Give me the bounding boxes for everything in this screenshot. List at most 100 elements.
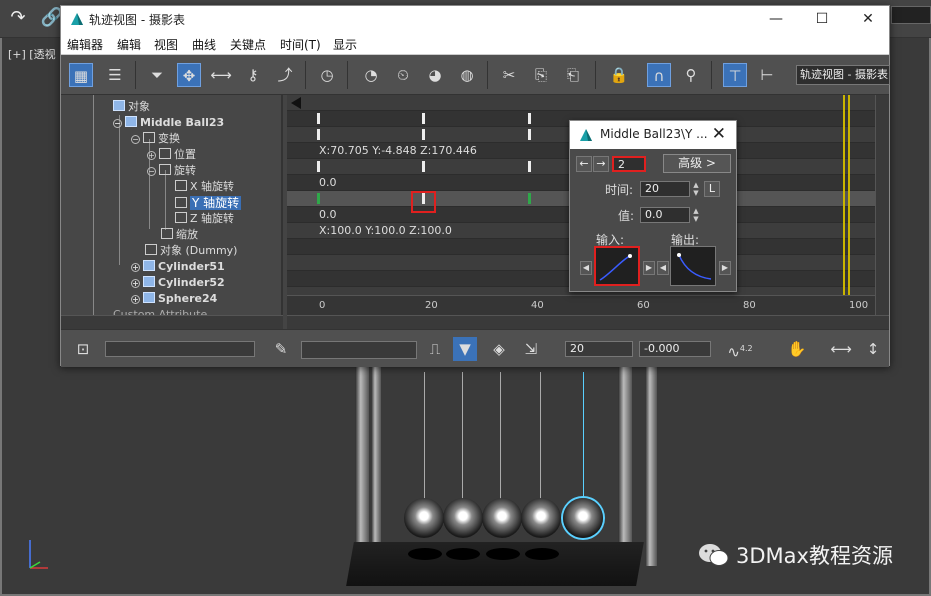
key[interactable] bbox=[422, 113, 425, 124]
tree-item[interactable]: + Cylinder51 bbox=[131, 259, 225, 275]
collapse-icon[interactable]: − bbox=[113, 119, 122, 128]
view-name-field[interactable]: 轨迹视图 - 摄影表 bbox=[796, 65, 890, 85]
value-field[interactable]: -0.000 bbox=[639, 341, 711, 357]
selected-ball[interactable] bbox=[563, 498, 603, 538]
key[interactable] bbox=[317, 129, 320, 140]
ball[interactable] bbox=[404, 498, 444, 538]
unlock-icon[interactable]: ⇲ bbox=[519, 337, 543, 361]
tree-item[interactable]: + Cylinder52 bbox=[131, 275, 225, 291]
copy-icon[interactable]: ⎘ bbox=[529, 63, 553, 87]
menu-time[interactable]: 时间(T) bbox=[280, 36, 321, 53]
modifier-tree-icon[interactable]: ⊢ bbox=[755, 63, 779, 87]
graph-horizontal-scrollbar[interactable] bbox=[287, 315, 889, 329]
key[interactable] bbox=[422, 129, 425, 140]
key[interactable] bbox=[317, 113, 320, 124]
fit-horizontal-icon[interactable]: ⟷ bbox=[829, 337, 853, 361]
cut-icon[interactable]: ✂ bbox=[497, 63, 521, 87]
out-tangent-next-icon[interactable]: ▶ bbox=[719, 261, 731, 275]
expand-icon[interactable]: + bbox=[131, 263, 140, 272]
tree-item[interactable]: + 位置 bbox=[147, 147, 196, 163]
tree-item[interactable]: 对象 bbox=[113, 99, 150, 115]
menu-view[interactable]: 视图 bbox=[154, 36, 178, 53]
key[interactable] bbox=[528, 129, 531, 140]
maximize-button[interactable]: ☐ bbox=[799, 6, 845, 33]
edit-keys-icon[interactable]: ▦ bbox=[69, 63, 93, 87]
curve-icon[interactable]: ∿4.2 bbox=[725, 337, 755, 361]
dialog-close-button[interactable]: ✕ bbox=[712, 124, 726, 144]
delete-time-icon[interactable]: ⏲ bbox=[391, 63, 415, 87]
ball[interactable] bbox=[521, 498, 561, 538]
value-field[interactable]: 0.0 bbox=[640, 207, 690, 223]
collapse-icon[interactable]: − bbox=[131, 135, 140, 144]
key[interactable] bbox=[317, 193, 320, 204]
close-button[interactable]: ✕ bbox=[845, 6, 891, 33]
menu-edit[interactable]: 编辑 bbox=[117, 36, 141, 53]
lock-time-button[interactable]: L bbox=[704, 181, 720, 197]
fit-vertical-icon[interactable]: ↕ bbox=[861, 337, 885, 361]
edit-ranges-icon[interactable]: ☰ bbox=[103, 63, 127, 87]
redo-icon[interactable]: ↷ bbox=[6, 7, 30, 29]
scale-values-icon[interactable]: ⤴ bbox=[273, 63, 297, 87]
paste-icon[interactable]: ⎗ bbox=[561, 63, 585, 87]
out-tangent-button[interactable] bbox=[670, 246, 716, 286]
expand-icon[interactable]: + bbox=[131, 279, 140, 288]
snap-frames-icon[interactable]: ∩ bbox=[647, 63, 671, 87]
out-tangent-prev-icon[interactable]: ◀ bbox=[657, 261, 669, 275]
scale-time-icon[interactable]: ◍ bbox=[455, 63, 479, 87]
menu-editor[interactable]: 编辑器 bbox=[67, 36, 103, 53]
tree-item[interactable]: − 变换 bbox=[131, 131, 180, 147]
move-keys-icon[interactable]: ✥ bbox=[177, 63, 201, 87]
key[interactable] bbox=[317, 161, 320, 172]
key[interactable] bbox=[528, 161, 531, 172]
insert-time-icon[interactable]: ◕ bbox=[423, 63, 447, 87]
minimize-button[interactable]: — bbox=[753, 6, 799, 33]
graph-icon[interactable]: ⎍ bbox=[423, 337, 447, 361]
prev-key-button[interactable]: ← bbox=[576, 156, 592, 172]
frame-field[interactable]: 20 bbox=[565, 341, 633, 357]
tree-item[interactable]: 对象 (Dummy) bbox=[145, 243, 237, 259]
value-spinner[interactable]: ▲ ▼ bbox=[691, 207, 701, 223]
lock-selection-icon[interactable]: 🔒 bbox=[607, 63, 631, 87]
select-time-icon[interactable]: ◔ bbox=[359, 63, 383, 87]
tree-item[interactable]: Custom Attribute bbox=[113, 307, 207, 315]
ball[interactable] bbox=[443, 498, 483, 538]
edit-selection-icon[interactable]: ◈ bbox=[487, 337, 511, 361]
filter-selected-icon[interactable]: ▼ bbox=[453, 337, 477, 361]
vertical-scrollbar[interactable] bbox=[875, 95, 889, 315]
selected-object-field[interactable] bbox=[105, 341, 255, 357]
main-toolbar-dropdown[interactable] bbox=[891, 6, 931, 24]
tree-item[interactable]: − 旋转 bbox=[147, 163, 196, 179]
in-tangent-prev-icon[interactable]: ◀ bbox=[580, 261, 592, 275]
zoom-selected-icon[interactable]: ⊡ bbox=[71, 337, 95, 361]
tree-item[interactable]: − Middle Ball23 bbox=[113, 115, 224, 131]
next-key-button[interactable]: → bbox=[593, 156, 609, 172]
time-slider-line[interactable] bbox=[843, 95, 845, 315]
menu-display[interactable]: 显示 bbox=[333, 36, 357, 53]
advanced-button[interactable]: 高级 > bbox=[663, 154, 731, 173]
time-spinner[interactable]: ▲ ▼ bbox=[691, 181, 701, 197]
show-keyable-icon[interactable]: ⚲ bbox=[679, 63, 703, 87]
dialog-titlebar[interactable]: Middle Ball23\Y ... ✕ bbox=[570, 121, 736, 149]
tree-horizontal-scrollbar[interactable] bbox=[61, 315, 283, 329]
expand-icon[interactable]: + bbox=[131, 295, 140, 304]
window-titlebar[interactable]: 轨迹视图 - 摄影表 — ☐ ✕ bbox=[61, 6, 889, 33]
menu-keys[interactable]: 关键点 bbox=[230, 36, 266, 53]
tree-item[interactable]: 缩放 bbox=[161, 227, 198, 243]
tree-item-selected[interactable]: Y 轴旋转 bbox=[175, 195, 242, 211]
key[interactable] bbox=[528, 193, 531, 204]
in-tangent-button[interactable] bbox=[594, 246, 640, 286]
rename-icon[interactable]: ✎ bbox=[269, 337, 293, 361]
expand-icon[interactable]: + bbox=[147, 151, 156, 160]
time-field[interactable]: 20 bbox=[640, 181, 690, 197]
viewport-label[interactable]: [+] [透视 bbox=[8, 46, 56, 62]
key-number-field[interactable]: 2 bbox=[612, 156, 646, 172]
key-icon[interactable]: ⚷ bbox=[241, 63, 265, 87]
slide-keys-icon[interactable]: ⟷ bbox=[209, 63, 233, 87]
collapse-icon[interactable]: − bbox=[147, 167, 156, 176]
filter-icon[interactable]: ⏷ bbox=[145, 63, 169, 87]
time-ruler[interactable]: 0 20 40 60 80 100 bbox=[287, 295, 875, 315]
selection-set-dropdown[interactable] bbox=[301, 341, 417, 359]
ball[interactable] bbox=[482, 498, 522, 538]
menu-curves[interactable]: 曲线 bbox=[192, 36, 216, 53]
time-slider-line[interactable] bbox=[848, 95, 850, 315]
